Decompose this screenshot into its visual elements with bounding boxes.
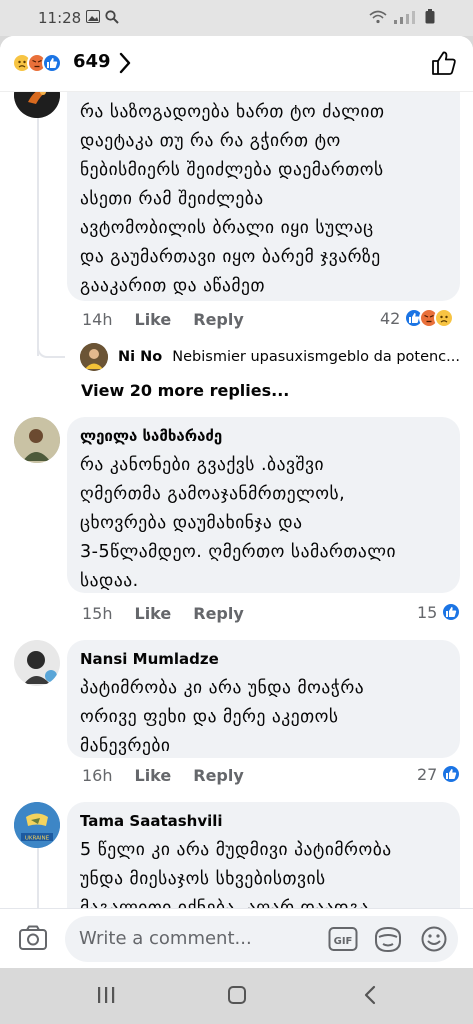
like-button[interactable]: Like: [135, 766, 172, 785]
reply-button[interactable]: Reply: [193, 604, 244, 623]
comment-placeholder: Write a comment...: [79, 928, 252, 949]
reaction-total: 15: [417, 602, 438, 622]
system-nav-bar: [0, 968, 473, 1024]
like-reaction-icon: [42, 53, 62, 73]
reply-button[interactable]: Reply: [193, 766, 244, 785]
sticker-icon[interactable]: [373, 925, 403, 953]
like-button[interactable]: Like: [135, 604, 172, 623]
signal-icon: [394, 10, 415, 24]
like-button[interactable]: Like: [135, 310, 172, 329]
comment-actions: 15h Like Reply: [82, 604, 244, 623]
thread-line: [37, 848, 39, 908]
reply-author: Ni No: [118, 349, 163, 365]
comment-reactions[interactable]: 27: [417, 764, 462, 784]
gif-label: GIF: [334, 936, 353, 947]
search-icon: [105, 10, 119, 24]
comment-author[interactable]: Tama Saatashvili: [80, 810, 447, 832]
like-reaction-icon: [441, 764, 462, 784]
comment-bubble[interactable]: Nansi Mumladze პატიმრობა კი არა უნდა მოა…: [67, 640, 460, 758]
comment-reactions[interactable]: 42: [380, 308, 455, 328]
view-more-replies-link[interactable]: View 20 more replies...: [81, 381, 289, 400]
comment-input[interactable]: Write a comment... GIF: [65, 916, 458, 962]
comment-text: რა კანონები გვაქვს .ბავშვი ღმერთმა გამოა…: [80, 455, 397, 591]
comment-time: 15h: [82, 604, 113, 623]
battery-icon: [425, 9, 435, 24]
comment-bubble[interactable]: რა საზოგადოება ხართ ტო ძალით დაეტაკა თუ …: [67, 56, 460, 301]
reactions-header: 649: [0, 36, 473, 92]
thread-line: [37, 112, 39, 356]
status-bar: 11:28: [0, 0, 473, 36]
gallery-icon: [86, 10, 100, 23]
reply-preview[interactable]: Ni No Nebismier upasuxismgeblo da potenc…: [80, 343, 460, 371]
emoji-icon[interactable]: [420, 925, 448, 953]
gif-icon[interactable]: GIF: [328, 926, 358, 952]
comment-author[interactable]: Nansi Mumladze: [80, 648, 447, 670]
reply-button[interactable]: Reply: [193, 310, 244, 329]
wifi-icon: [369, 10, 387, 23]
thumbs-up-icon[interactable]: [431, 50, 457, 76]
camera-icon[interactable]: [18, 924, 48, 952]
comment-time: 16h: [82, 766, 113, 785]
comment-actions: 14h Like Reply: [82, 310, 244, 329]
sad-reaction-icon: [434, 308, 455, 328]
avatar[interactable]: [14, 417, 60, 463]
status-time: 11:28: [38, 9, 82, 27]
ukraine-badge-text: UKRAINE: [25, 836, 50, 842]
reaction-total: 42: [380, 308, 401, 328]
avatar[interactable]: [14, 640, 60, 686]
comment-time: 14h: [82, 310, 113, 329]
comment-composer: Write a comment... GIF: [0, 908, 473, 968]
comment-text: პატიმრობა კი არა უნდა მოაჭრა ორივე ფეხი …: [80, 678, 365, 756]
recents-icon[interactable]: [95, 984, 117, 1006]
reaction-count[interactable]: 649: [73, 51, 111, 72]
comment-text: რა საზოგადოება ხართ ტო ძალით დაეტაკა თუ …: [80, 102, 385, 296]
chevron-right-icon[interactable]: [118, 51, 132, 75]
avatar: [80, 343, 108, 371]
reply-text: Nebismier upasuxismgeblo da potenc...: [172, 349, 460, 365]
reaction-total: 27: [417, 764, 438, 784]
home-icon[interactable]: [226, 984, 248, 1006]
comment-bubble[interactable]: ლეილა სამხარაძე რა კანონები გვაქვს .ბავშ…: [67, 417, 460, 593]
comment-reactions[interactable]: 15: [417, 602, 462, 622]
reaction-summary[interactable]: [12, 53, 62, 73]
avatar[interactable]: UKRAINE: [14, 802, 60, 848]
comment-actions: 16h Like Reply: [82, 766, 244, 785]
back-icon[interactable]: [360, 984, 382, 1006]
thread-connector: [37, 336, 65, 358]
comment-author[interactable]: ლეილა სამხარაძე: [80, 425, 447, 447]
like-reaction-icon: [441, 602, 462, 622]
comments-sheet: 649 რა საზოგადოება ხართ ტო ძალით დაეტაკა…: [0, 36, 473, 968]
